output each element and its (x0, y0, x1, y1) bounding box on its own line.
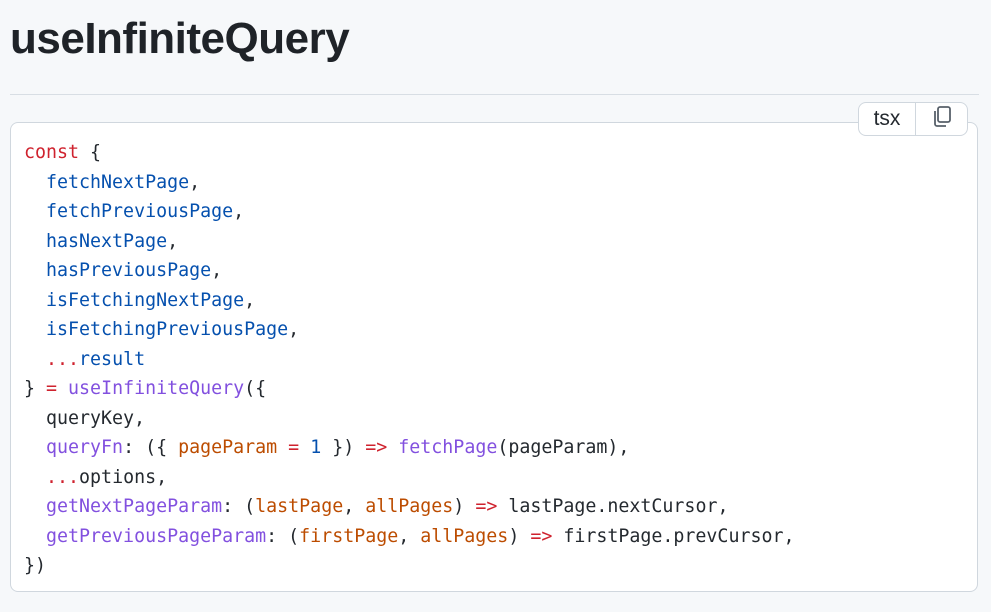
language-label: tsx (859, 103, 916, 135)
code-token: , (398, 525, 421, 547)
code-toolbar: tsx (858, 102, 968, 136)
code-token: , (189, 171, 201, 193)
code-token: ... (46, 466, 80, 488)
code-token: : ( (222, 496, 256, 517)
code-line: getNextPageParam: (lastPage, allPages) =… (24, 492, 794, 522)
code-token: isFetchingNextPage (46, 289, 245, 311)
code-token: = (288, 437, 300, 458)
code-token: , (167, 230, 179, 252)
code-token: pageParam (178, 437, 278, 458)
code-token: , (288, 319, 300, 340)
code-token: hasNextPage (46, 230, 168, 252)
title-divider (10, 94, 979, 95)
code-token: firstPage (299, 525, 399, 547)
code-token: fetchPreviousPage (46, 201, 234, 222)
code-token: = (46, 378, 58, 399)
code-token: }) (24, 555, 47, 576)
code-token: : ({ (123, 437, 179, 458)
code-token: lastPage (255, 496, 344, 517)
code-line: hasPreviousPage, (24, 256, 794, 286)
code-token: hasPreviousPage (46, 260, 212, 281)
code-token: ) (508, 525, 531, 547)
code-token: allPages (365, 496, 454, 517)
code-content[interactable]: const { fetchNextPage, fetchPreviousPage… (24, 138, 794, 581)
code-token: allPages (420, 525, 509, 547)
code-token: lastPage.nextCursor, (497, 496, 729, 517)
code-line: fetchNextPage, (24, 168, 794, 198)
code-token: ) (453, 496, 476, 517)
code-line: ...result (24, 345, 794, 375)
code-line: queryKey, (24, 404, 794, 434)
code-token: => (530, 525, 553, 547)
code-token: : ( (266, 525, 300, 547)
code-token: getPreviousPageParam (46, 525, 267, 547)
code-token: , (343, 496, 366, 517)
code-line: }) (24, 551, 794, 581)
code-token: (pageParam), (497, 437, 630, 458)
code-token: queryFn (46, 437, 124, 458)
page-title: useInfiniteQuery (10, 14, 350, 63)
code-line: hasNextPage, (24, 227, 794, 257)
code-token: fetchNextPage (46, 171, 190, 193)
copy-button[interactable] (916, 103, 967, 135)
code-token: => (365, 437, 388, 458)
code-line: } = useInfiniteQuery({ (24, 374, 794, 404)
code-line: queryFn: ({ pageParam = 1 }) => fetchPag… (24, 433, 794, 463)
code-token: => (475, 496, 498, 517)
code-line: getPreviousPageParam: (firstPage, allPag… (24, 522, 794, 552)
code-line: isFetchingNextPage, (24, 286, 794, 316)
code-token: options, (79, 466, 168, 488)
code-token: , (233, 201, 245, 222)
code-token: { (79, 142, 102, 163)
code-token: getNextPageParam (46, 496, 223, 517)
code-token: ({ (244, 378, 267, 399)
code-token: , (211, 260, 223, 281)
code-token: ... (46, 348, 80, 370)
code-token: }) (321, 437, 366, 458)
code-token: firstPage.prevCursor, (552, 525, 795, 547)
copy-icon (931, 105, 953, 134)
code-token: result (79, 348, 146, 370)
code-line: const { (24, 138, 794, 168)
code-token: fetchPage (398, 437, 498, 458)
code-line: fetchPreviousPage, (24, 197, 794, 227)
code-token: useInfiniteQuery (68, 378, 245, 399)
code-token: isFetchingPreviousPage (46, 319, 289, 340)
code-token: 1 (310, 437, 322, 458)
code-token: } (24, 378, 47, 399)
code-token: , (244, 289, 256, 311)
code-line: isFetchingPreviousPage, (24, 315, 794, 345)
code-token: queryKey, (24, 407, 146, 429)
code-line: ...options, (24, 463, 794, 493)
code-token: const (24, 142, 80, 163)
